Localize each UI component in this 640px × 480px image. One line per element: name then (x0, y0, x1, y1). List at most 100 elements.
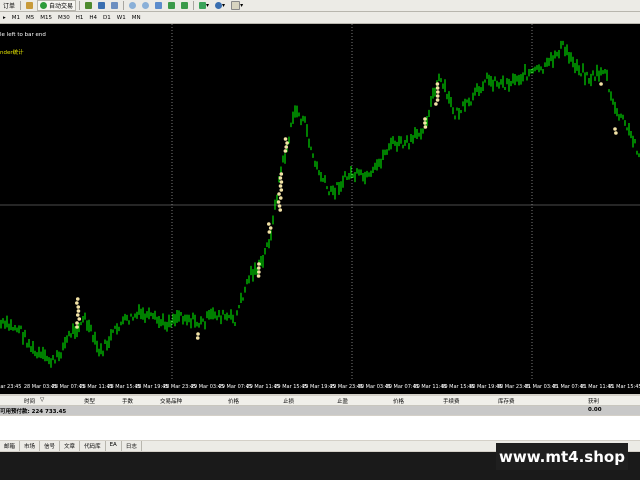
tile-windows-button[interactable] (153, 1, 164, 10)
line-chart-icon (111, 2, 119, 9)
template-icon (231, 1, 241, 10)
column-time[interactable]: 时间 (24, 397, 35, 405)
signal-marker (613, 127, 617, 131)
signal-marker (75, 321, 79, 325)
candle-chart-button[interactable] (96, 1, 107, 10)
column-type[interactable]: 类型 (84, 397, 95, 405)
signal-marker (77, 317, 82, 321)
timeframe-mn[interactable]: MN (129, 15, 144, 21)
tile-windows-icon (155, 2, 163, 9)
timeframe-m30[interactable]: M30 (55, 15, 73, 21)
zoom-in-icon (129, 2, 137, 9)
terminal-body (0, 416, 640, 440)
signal-marker (257, 270, 261, 274)
timeframe-m1[interactable]: M1 (9, 15, 23, 21)
chart-shift-icon (181, 2, 189, 9)
signal-marker (277, 192, 281, 196)
timeframe-d1[interactable]: D1 (100, 15, 114, 21)
signal-marker (276, 200, 281, 204)
indicators-button[interactable]: ▾ (197, 1, 211, 10)
main-toolbar: 订单 自动交易 ▾ ▾ ▾ (0, 0, 640, 12)
column-current-price[interactable]: 价格 (393, 397, 404, 405)
timeframe-bar: ▸ M1 M5 M15 M30 H1 H4 D1 W1 MN (0, 12, 640, 24)
autoscroll-button[interactable] (166, 1, 177, 10)
column-commission[interactable]: 手续费 (443, 397, 460, 405)
signal-marker (423, 125, 428, 129)
zoom-in-button[interactable] (127, 1, 138, 10)
signal-marker (279, 172, 284, 176)
price-chart-canvas (0, 24, 640, 380)
time-axis-label: Mar 23:45 (0, 384, 22, 390)
ea-info-label: le left to bar end (0, 32, 46, 38)
signal-marker (283, 149, 288, 153)
timeframe-arrow-icon[interactable]: ▸ (0, 15, 9, 21)
signal-marker (196, 332, 200, 336)
signal-marker (278, 184, 283, 188)
timeframe-h1[interactable]: H1 (73, 15, 87, 21)
signal-marker (279, 188, 284, 192)
column-swap[interactable]: 库存费 (498, 397, 515, 405)
column-lots[interactable]: 手数 (122, 397, 133, 405)
ea-stat-label: nder统计 (0, 50, 24, 56)
signal-marker (435, 86, 440, 90)
metaeditor-button[interactable] (24, 1, 35, 10)
tab-mailbox[interactable]: 邮箱 (0, 441, 21, 451)
chart-shift-button[interactable] (179, 1, 190, 10)
balance-text: 可用预付款: 224 733.45 (0, 409, 67, 415)
periods-button[interactable]: ▾ (213, 1, 227, 10)
autotrade-icon (40, 2, 48, 9)
signal-marker (423, 117, 427, 121)
price-chart[interactable]: le left to bar end nder统计 (0, 24, 640, 394)
toolbar-separator (123, 1, 125, 10)
column-stop-loss[interactable]: 止损 (283, 397, 294, 405)
watermark: www.mt4.shop (496, 443, 628, 470)
time-axis: Mar 23:4528 Mar 03:4528 Mar 07:4528 Mar … (0, 380, 640, 394)
new-order-button[interactable]: 订单 (0, 1, 18, 10)
signal-marker (279, 180, 284, 184)
signal-marker (267, 230, 272, 234)
templates-button[interactable]: ▾ (229, 1, 245, 10)
signal-marker (268, 226, 273, 230)
sort-arrow-icon[interactable]: ▽ (40, 397, 44, 403)
signal-marker (434, 102, 438, 106)
timeframe-h4[interactable]: H4 (86, 15, 100, 21)
signal-marker (435, 82, 440, 86)
column-take-profit[interactable]: 止盈 (337, 397, 348, 405)
signal-marker (278, 196, 283, 200)
timeframe-w1[interactable]: W1 (114, 15, 129, 21)
signal-marker (75, 301, 79, 305)
balance-row[interactable]: 可用预付款: 224 733.45 0.00 (0, 406, 640, 415)
signal-marker (75, 325, 79, 329)
column-price[interactable]: 价格 (228, 397, 239, 405)
tab-articles[interactable]: 文章 (60, 441, 81, 451)
toolbar-separator (193, 1, 195, 10)
signal-marker (266, 222, 271, 226)
signal-marker (436, 90, 440, 94)
signal-marker (278, 176, 283, 180)
zoom-out-button[interactable] (140, 1, 151, 10)
tab-code-base[interactable]: 代码库 (80, 441, 106, 451)
tab-experts[interactable]: EA (106, 441, 122, 451)
candlestick-icon (98, 2, 106, 9)
column-profit[interactable]: 获利 (588, 397, 599, 405)
indicators-icon (199, 2, 207, 9)
signal-marker (76, 309, 81, 313)
signal-marker (195, 336, 200, 340)
line-chart-button[interactable] (109, 1, 120, 10)
bar-chart-icon (85, 2, 93, 9)
tab-signals[interactable]: 信号 (40, 441, 61, 451)
tab-market[interactable]: 市场 (20, 441, 41, 451)
signal-marker (75, 297, 80, 301)
autotrade-button[interactable]: 自动交易 (37, 0, 77, 11)
timeframe-m15[interactable]: M15 (37, 15, 55, 21)
toolbar-separator (79, 1, 81, 10)
time-axis-label: 31 Mar 15:45 (608, 384, 640, 390)
zoom-out-icon (142, 2, 150, 9)
column-symbol[interactable]: 交易品种 (160, 397, 182, 405)
toolbar-separator (20, 1, 22, 10)
bar-chart-button[interactable] (83, 1, 94, 10)
timeframe-m5[interactable]: M5 (23, 15, 37, 21)
profit-total: 0.00 (588, 407, 602, 413)
tab-journal[interactable]: 日志 (122, 441, 142, 451)
signal-marker (283, 137, 288, 141)
